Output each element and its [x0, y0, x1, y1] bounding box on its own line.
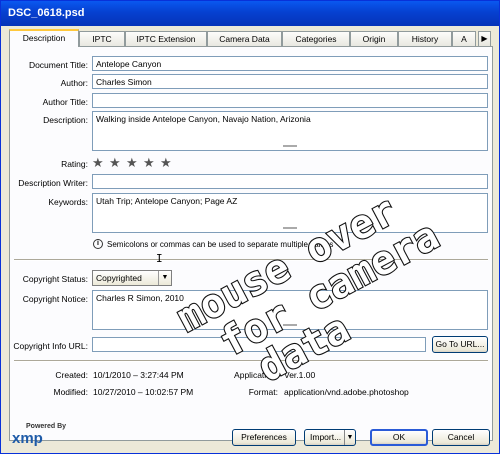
tab-iptc-extension[interactable]: IPTC Extension [125, 31, 207, 47]
ok-button[interactable]: OK [370, 429, 428, 446]
keywords-hint: Semicolons or commas can be used to sepa… [107, 240, 334, 249]
format-label: Format: [248, 387, 278, 397]
preferences-button[interactable]: Preferences [232, 429, 296, 446]
window-title: DSC_0618.psd [1, 1, 499, 26]
text-cursor-icon: I [156, 252, 163, 265]
tab-camera-data[interactable]: Camera Data [207, 31, 282, 47]
resize-grip-icon[interactable] [283, 324, 297, 326]
description-label: Description: [43, 115, 88, 125]
chevron-down-icon[interactable]: ▼ [344, 430, 355, 445]
keywords-text: Utah Trip; Antelope Canyon; Page AZ [96, 196, 238, 206]
author-label: Author: [60, 78, 88, 88]
description-writer-label: Description Writer: [18, 178, 88, 188]
tab-iptc[interactable]: IPTC [79, 31, 125, 47]
cancel-button[interactable]: Cancel [432, 429, 490, 446]
description-panel: Document Title: Antelope Canyon Author: … [9, 46, 493, 441]
separator [14, 360, 488, 362]
import-button[interactable]: Import... ▼ [304, 429, 356, 446]
description-text: Walking inside Antelope Canyon, Navajo N… [96, 114, 311, 124]
tab-origin[interactable]: Origin [350, 31, 398, 47]
application-value: Ver.1.00 [284, 370, 316, 380]
description-writer-input[interactable] [92, 174, 488, 189]
document-title-input[interactable]: Antelope Canyon [92, 56, 488, 71]
format-value: application/vnd.adobe.photoshop [284, 387, 409, 397]
copyright-status-select[interactable]: Copyrighted ▼ [92, 270, 172, 286]
star-icon[interactable]: ★ [109, 156, 121, 169]
tab-history[interactable]: History [398, 31, 452, 47]
description-textarea[interactable]: Walking inside Antelope Canyon, Navajo N… [92, 111, 488, 151]
keywords-label: Keywords: [48, 197, 88, 207]
created-value: 10/1/2010 – 3:27:44 PM [93, 370, 184, 380]
document-title-label: Document Title: [28, 60, 88, 70]
copyright-notice-textarea[interactable]: Charles R Simon, 2010 [92, 290, 488, 330]
star-icon[interactable]: ★ [143, 156, 155, 169]
modified-label: Modified: [53, 387, 89, 397]
rating-stars[interactable]: ★ ★ ★ ★ ★ [92, 156, 182, 170]
author-title-label: Author Title: [42, 97, 88, 107]
author-input[interactable]: Charles Simon [92, 74, 488, 89]
resize-grip-icon[interactable] [283, 145, 297, 147]
copyright-status-value: Copyrighted [96, 273, 142, 283]
application-label: Application: [234, 370, 278, 380]
file-info-dialog: DSC_0618.psd Description IPTC IPTC Exten… [0, 0, 500, 454]
modified-value: 10/27/2010 – 10:02:57 PM [93, 387, 194, 397]
tab-overflow[interactable]: A [452, 31, 476, 47]
copyright-info-url-label: Copyright Info URL: [13, 341, 88, 351]
copyright-notice-text: Charles R Simon, 2010 [96, 293, 184, 303]
separator [14, 259, 488, 261]
info-icon: i [93, 239, 103, 249]
chevron-down-icon: ▼ [158, 271, 171, 285]
copyright-notice-label: Copyright Notice: [22, 294, 88, 304]
tab-categories[interactable]: Categories [282, 31, 350, 47]
star-icon[interactable]: ★ [92, 156, 104, 169]
dialog-client: Description IPTC IPTC Extension Camera D… [4, 26, 496, 452]
powered-by-text: Powered By [26, 423, 67, 430]
xmp-logo: xmp [12, 430, 43, 447]
star-icon[interactable]: ★ [126, 156, 138, 169]
tab-description[interactable]: Description [9, 29, 79, 47]
created-label: Created: [55, 370, 88, 380]
copyright-info-url-input[interactable] [92, 337, 426, 352]
rating-label: Rating: [61, 159, 88, 169]
resize-grip-icon[interactable] [283, 227, 297, 229]
import-label: Import... [310, 432, 342, 442]
tab-bar: Description IPTC IPTC Extension Camera D… [9, 29, 493, 47]
star-icon[interactable]: ★ [160, 156, 172, 169]
author-title-input[interactable] [92, 93, 488, 108]
go-to-url-button[interactable]: Go To URL... [432, 336, 488, 353]
copyright-status-label: Copyright Status: [22, 274, 88, 284]
right-arrow-icon[interactable]: ▶ [478, 31, 491, 47]
keywords-textarea[interactable]: Utah Trip; Antelope Canyon; Page AZ [92, 193, 488, 233]
